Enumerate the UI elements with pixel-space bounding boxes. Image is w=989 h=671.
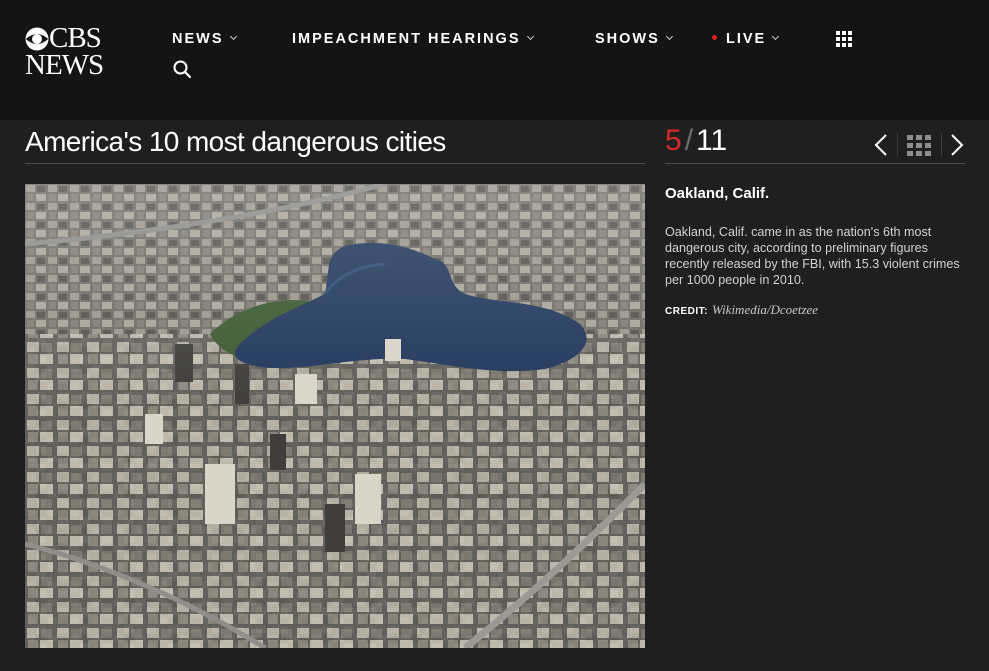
sidebar-divider [665,163,965,164]
chevron-down-icon [665,32,673,41]
nav-item-news[interactable]: NEWS [172,31,237,47]
cbs-news-logo[interactable]: CBS NEWS [25,22,115,81]
nav-label-live: LIVE [726,31,767,47]
nav-item-impeachment-hearings[interactable]: IMPEACHMENT HEARINGS [292,31,534,47]
chevron-left-icon[interactable] [872,133,890,157]
control-divider [897,133,898,157]
slide-counter: 5/11 [665,124,727,158]
slide-counter-separator: / [684,124,694,157]
nav-label-news: NEWS [172,31,224,47]
gallery-title: America's 10 most dangerous cities [25,126,446,157]
slide-counter-total: 11 [696,124,728,157]
nav-label-impeachment-hearings: IMPEACHMENT HEARINGS [292,31,521,47]
cbs-eye-icon [25,27,49,51]
site-header: CBS NEWS NEWS IMPEACHMENT HEARINGS SHOWS… [0,0,989,120]
live-dot-icon [712,35,717,40]
credit-value: Wikimedia/Dcoetzee [711,302,819,317]
chevron-right-icon[interactable] [948,133,966,157]
logo-text-cbs: CBS [49,22,102,54]
nav-item-shows[interactable]: SHOWS [595,31,673,47]
nav-label-shows: SHOWS [595,31,660,47]
photo-credit: CREDIT: Wikimedia/Dcoetzee [665,301,818,319]
slide-counter-current: 5 [665,124,682,157]
grid-thumbnails-icon[interactable] [907,135,931,156]
title-divider [25,163,645,164]
slide-caption: Oakland, Calif. came in as the nation's … [665,225,960,287]
nav-item-live[interactable]: LIVE [712,31,780,47]
chevron-down-icon [526,32,534,41]
grid-menu-icon[interactable] [836,31,854,47]
credit-label: CREDIT: [665,306,708,317]
aerial-city-photo [25,184,645,648]
slide-image[interactable] [25,184,645,648]
search-icon[interactable] [172,59,192,79]
logo-text-news: NEWS [25,49,104,81]
chevron-down-icon [772,32,780,41]
slide-heading: Oakland, Calif. [665,185,770,202]
control-divider [941,133,942,157]
chevron-down-icon [229,32,237,41]
